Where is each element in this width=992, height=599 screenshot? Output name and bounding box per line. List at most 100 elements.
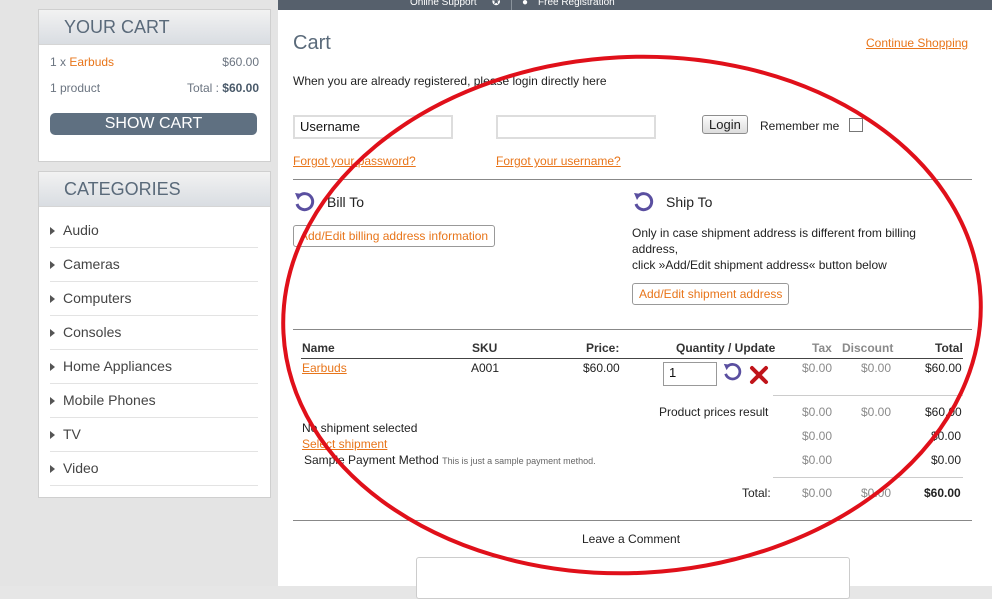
shipment-total: $0.00 (931, 429, 962, 443)
col-header-sku: SKU (472, 341, 498, 355)
forgot-username-link[interactable]: Forgot your username? (496, 154, 621, 168)
categories-panel: CATEGORIES Audio Cameras Computers Conso… (38, 171, 271, 498)
subtotal-rule (773, 395, 963, 396)
col-header-name: Name (302, 341, 335, 355)
cart-total-value: $60.00 (222, 81, 259, 95)
category-item-video[interactable]: Video (50, 452, 258, 486)
page-title: Cart (293, 32, 331, 54)
divider (293, 329, 972, 330)
col-header-tax: Tax (812, 341, 832, 355)
cart-panel-title: YOUR CART (39, 10, 270, 45)
username-input[interactable]: Username (293, 115, 453, 139)
categories-panel-title: CATEGORIES (39, 172, 270, 207)
category-item-audio[interactable]: Audio (50, 214, 258, 248)
category-label: Cameras (63, 256, 120, 272)
col-header-price: Price: (586, 341, 620, 355)
grand-total-discount: $0.00 (861, 486, 892, 500)
category-item-computers[interactable]: Computers (50, 282, 258, 316)
cart-item-name[interactable]: Earbuds (69, 55, 114, 69)
no-shipment-text: No shipment selected (302, 421, 418, 435)
billing-address-button[interactable]: Add/Edit billing address information (293, 225, 496, 247)
free-registration-link[interactable]: Free Registration (538, 0, 615, 8)
login-button[interactable]: Login (702, 115, 748, 134)
category-label: Mobile Phones (63, 392, 156, 408)
cart-item-qty: 1 x (50, 55, 67, 69)
chevron-right-icon (50, 363, 55, 372)
user-icon: ● (522, 0, 529, 8)
chevron-right-icon (50, 295, 55, 304)
support-icon: ✪ (492, 0, 501, 8)
ship-to-heading: Ship To (666, 194, 713, 210)
ship-note-line: Only in case shipment address is differe… (632, 226, 916, 240)
product-name-link[interactable]: Earbuds (302, 361, 347, 375)
grand-total-label: Total: (742, 486, 771, 500)
chevron-right-icon (50, 397, 55, 406)
bill-to-heading: Bill To (327, 194, 365, 210)
ship-note: Only in case shipment address is differe… (632, 225, 916, 273)
product-prices-label: Product prices result (659, 405, 769, 419)
col-header-discount: Discount (842, 341, 894, 355)
chevron-right-icon (50, 465, 55, 474)
category-label: Video (63, 460, 99, 476)
payment-total: $0.00 (931, 453, 962, 467)
forgot-password-link[interactable]: Forgot your password? (293, 154, 416, 168)
top-bar: Online Support ✪ ● Free Registration (278, 0, 992, 10)
refresh-icon (634, 192, 654, 212)
payment-tax: $0.00 (802, 453, 833, 467)
cart-product-count: 1 product (50, 81, 101, 95)
product-discount: $0.00 (861, 361, 892, 375)
grand-total-value: $60.00 (924, 486, 961, 500)
product-sku: A001 (471, 361, 500, 375)
category-label: Consoles (63, 324, 122, 340)
product-price: $60.00 (583, 361, 620, 375)
category-item-tv[interactable]: TV (50, 418, 258, 452)
ship-note-line: click »Add/Edit shipment address« button… (632, 258, 887, 272)
category-item-mobile-phones[interactable]: Mobile Phones (50, 384, 258, 418)
ship-note-line: address, (632, 242, 679, 256)
col-header-quantity: Quantity / Update (676, 341, 776, 355)
show-cart-button[interactable]: SHOW CART (50, 113, 257, 135)
payment-method-description: This is just a sample payment method. (442, 456, 596, 466)
category-label: Home Appliances (63, 358, 172, 374)
refresh-icon (295, 192, 315, 212)
comment-textarea[interactable] (416, 557, 850, 599)
remember-me-label: Remember me (760, 119, 840, 133)
cart-item-line: 1 x Earbuds (50, 55, 114, 69)
chevron-right-icon (50, 431, 55, 440)
password-input[interactable] (496, 115, 656, 139)
leave-comment-label: Leave a Comment (582, 532, 681, 546)
product-tax: $0.00 (802, 361, 833, 375)
category-item-consoles[interactable]: Consoles (50, 316, 258, 350)
category-item-home-appliances[interactable]: Home Appliances (50, 350, 258, 384)
continue-shopping-link[interactable]: Continue Shopping (866, 36, 968, 50)
table-header-rule (301, 358, 963, 359)
remember-me-checkbox[interactable] (849, 118, 863, 132)
product-prices-discount: $0.00 (861, 405, 892, 419)
chevron-right-icon (50, 261, 55, 270)
cart-total-label: Total : (186, 81, 219, 95)
category-label: Computers (63, 290, 132, 306)
category-label: TV (63, 426, 81, 442)
chevron-right-icon (50, 329, 55, 338)
product-prices-tax: $0.00 (802, 405, 833, 419)
category-label: Audio (63, 222, 99, 238)
category-item-cameras[interactable]: Cameras (50, 248, 258, 282)
online-support-link[interactable]: Online Support (410, 0, 477, 8)
topbar-divider (511, 0, 512, 10)
grand-total-tax: $0.00 (802, 486, 833, 500)
product-total: $60.00 (925, 361, 962, 375)
col-header-total: Total (935, 341, 963, 355)
payment-method-name: Sample Payment Method (304, 453, 439, 467)
total-rule (773, 477, 963, 478)
login-intro-text: When you are already registered, please … (293, 74, 607, 88)
update-quantity-icon[interactable] (722, 362, 742, 382)
product-prices-total: $60.00 (925, 405, 962, 419)
quantity-input[interactable]: 1 (663, 362, 717, 386)
select-shipment-link[interactable]: Select shipment (302, 437, 387, 451)
cart-panel: YOUR CART 1 x Earbuds $60.00 1 product T… (38, 9, 271, 162)
divider (293, 520, 972, 521)
delete-icon[interactable] (749, 365, 769, 385)
payment-method: Sample Payment Method This is just a sam… (304, 453, 596, 467)
shipment-address-button[interactable]: Add/Edit shipment address (632, 283, 790, 305)
chevron-right-icon (50, 227, 55, 236)
